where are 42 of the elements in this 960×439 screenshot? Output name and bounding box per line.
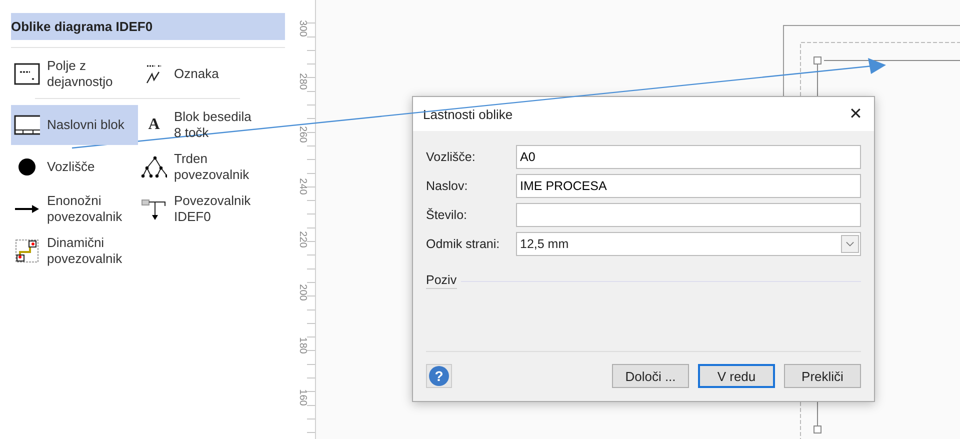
text-field[interactable]: IME PROCESA — [516, 174, 861, 198]
activity-box-icon — [14, 63, 40, 85]
ruler-label: 280 — [297, 72, 308, 90]
ruler-label: 160 — [297, 389, 308, 406]
ruler-label: 220 — [297, 231, 308, 248]
stencil-item[interactable]: Dinamični povezovalnik — [11, 231, 138, 271]
stencil-item[interactable]: Oznaka — [138, 54, 278, 94]
text-field[interactable] — [516, 202, 861, 226]
field-label: Vozlišče: — [426, 150, 476, 164]
dialog-button[interactable]: Določi ... — [612, 364, 689, 388]
stencil-item[interactable]: Trden povezovalnik — [138, 147, 278, 187]
tree-icon — [141, 156, 167, 178]
ruler-label: 200 — [297, 284, 308, 301]
stencil-item[interactable]: Vozlišče — [11, 147, 138, 187]
dialog-title: Lastnosti oblike — [423, 106, 513, 122]
ruler-label: 260 — [297, 126, 308, 142]
squiggle-icon — [144, 63, 164, 85]
stencil-item[interactable]: Naslovni blok — [11, 105, 138, 145]
title-block-icon — [14, 115, 40, 135]
dropdown-field[interactable]: 12,5 mm — [516, 232, 861, 256]
text-field[interactable]: A0 — [516, 144, 861, 168]
dialog-button[interactable]: Prekliči — [784, 364, 861, 388]
ruler-label: 300 — [297, 20, 308, 37]
field-label: Število: — [426, 208, 468, 222]
dialog-button[interactable]: V redu — [698, 364, 775, 388]
arrow-right-icon — [14, 204, 40, 214]
field-label: Naslov: — [426, 178, 469, 192]
ruler-label: 180 — [297, 336, 308, 354]
section-heading: Poziv — [426, 273, 457, 289]
stencil-item[interactable]: Enonožni povezovalnik — [11, 189, 138, 229]
connector-icon — [141, 197, 167, 221]
ruler-label: 240 — [297, 178, 308, 196]
close-button[interactable]: ✕ — [847, 104, 864, 124]
field-label: Odmik strani: — [426, 236, 501, 250]
stencil-item[interactable]: Polje z dejavnostjo — [11, 54, 138, 94]
letter-icon: A — [148, 116, 160, 134]
chevron-down-icon[interactable] — [841, 234, 859, 252]
stencil-item[interactable]: Povezovalnik IDEF0 — [138, 189, 278, 229]
help-button[interactable]: ? — [426, 364, 452, 388]
dynamic-connector-icon — [14, 238, 40, 264]
stencil-title: Oblike diagrama IDEF0 — [11, 13, 285, 40]
filled-circle-icon — [18, 158, 36, 176]
